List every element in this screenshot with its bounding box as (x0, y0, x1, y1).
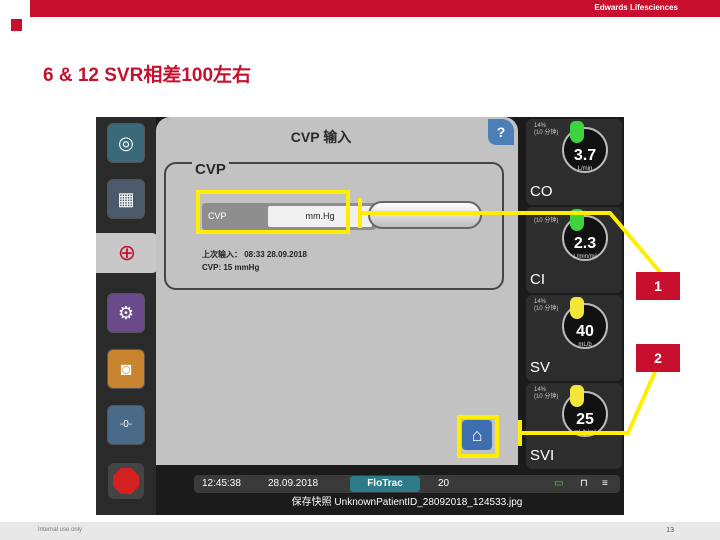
home-button[interactable]: ⌂ (462, 420, 492, 450)
header-bar: Edwards Lifesciences (30, 0, 720, 17)
tile-value: 3.7 (573, 147, 597, 164)
nav-screens-button[interactable]: ▦ (107, 179, 145, 219)
footer-bar (0, 522, 720, 540)
tile-trend: (10 分钟) (534, 218, 559, 224)
nav-zero-button[interactable]: -0- (107, 405, 145, 445)
lock-icon[interactable]: ⊓ (580, 478, 588, 489)
tile-name: CI (530, 271, 545, 288)
nav-clinical-tools-button[interactable]: ⊕ (96, 233, 158, 273)
status-time: 12:45:38 (202, 478, 241, 489)
tile-value: 40 (576, 323, 594, 340)
nav-settings-button[interactable]: ⚙ (107, 293, 145, 333)
brand-square (11, 19, 22, 31)
flotrac-mode-button[interactable]: FloTrac (350, 476, 420, 492)
medkit-icon: ⊕ (117, 240, 137, 265)
tile-value: 2.3 (573, 235, 597, 252)
tile-trend: 14% (10 分钟) (534, 387, 559, 400)
panel-title: CVP 输入 (290, 129, 352, 145)
last-entry-time: 上次输入： 08:33 28.09.2018 (202, 250, 307, 259)
page-number: 13 (666, 527, 674, 534)
silence-alarm-button[interactable] (108, 463, 144, 499)
cvp-input-panel: CVP 输入 ? CVP CVP mm.Hg 上次输入： 08:33 28.09… (156, 117, 518, 465)
tile-unit: L/min/m² (573, 254, 597, 260)
battery-icon: ▭ (554, 478, 564, 489)
tile-name: CO (530, 183, 553, 200)
tile-ci[interactable]: (10 分钟) 2.3 L/min/m² CI (526, 207, 622, 293)
highlight-box-1 (196, 190, 350, 234)
parameter-tiles: 14% (10 分钟) 3.7 L/min CO (10 分钟) 2.3 L/mi… (526, 117, 622, 469)
grid-icon: ▦ (117, 189, 135, 209)
tile-svi[interactable]: 14% (10 分钟) 25 mL/b/m² SVI (526, 383, 622, 469)
status-date: 28.09.2018 (268, 478, 319, 489)
tile-value: 25 (576, 411, 594, 428)
last-entry-value: CVP: 15 mmHg (202, 263, 260, 272)
brand-name: Edwards Lifesciences (594, 3, 678, 12)
tile-co[interactable]: 14% (10 分钟) 3.7 L/min CO (526, 119, 622, 205)
tile-name: SV (530, 359, 551, 376)
stop-icon (113, 468, 139, 494)
status-indicator-icon (570, 121, 584, 143)
slide-title: 6 & 12 SVR相差100左右 (43, 65, 252, 86)
monitor-screen: ◎ ▦ ⊕ ⚙ ◙ -0- CVP 输入 ? CVP CVP mm.Hg 上次输… (96, 117, 624, 515)
target-icon: ◎ (118, 133, 134, 153)
status-indicator-icon (570, 209, 584, 231)
last-entry-info: 上次输入： 08:33 28.09.2018 CVP: 15 mmHg (202, 248, 307, 274)
section-label: CVP (192, 161, 229, 178)
zero-icon: -0- (119, 419, 133, 430)
tile-trend: 14% (10 分钟) (534, 299, 559, 312)
left-nav: ◎ ▦ ⊕ ⚙ ◙ -0- (96, 117, 158, 515)
menu-icon[interactable]: ≡ (602, 478, 608, 489)
status-bar: 12:45:38 28.09.2018 FloTrac 20 ▭ ⊓ ≡ (194, 475, 620, 493)
tile-unit: L/min (577, 166, 593, 172)
nav-monitor-button[interactable]: ◎ (107, 123, 145, 163)
tile-unit: mL/b/m² (573, 430, 596, 436)
nav-snapshot-button[interactable]: ◙ (107, 349, 145, 389)
callout-number-1: 1 (636, 272, 680, 300)
camera-icon: ◙ (120, 359, 132, 379)
averaging-interval[interactable]: 20 (438, 478, 449, 489)
home-icon: ⌂ (471, 424, 483, 445)
tile-unit: mL/b (578, 342, 592, 348)
tile-name: SVI (530, 447, 555, 464)
status-indicator-icon (570, 297, 584, 319)
tile-sv[interactable]: 14% (10 分钟) 40 mL/b SV (526, 295, 622, 381)
help-button[interactable]: ? (488, 119, 514, 145)
callout-number-2: 2 (636, 344, 680, 372)
status-indicator-icon (570, 385, 584, 407)
footer-confidentiality: Internal use only (38, 527, 83, 533)
gear-icon: ⚙ (117, 303, 135, 323)
tile-trend: 14% (10 分钟) (534, 123, 559, 136)
snapshot-message: 保存快照 UnknownPatientID_28092018_124533.jp… (291, 497, 523, 508)
cvp-pill-button[interactable] (368, 201, 482, 229)
